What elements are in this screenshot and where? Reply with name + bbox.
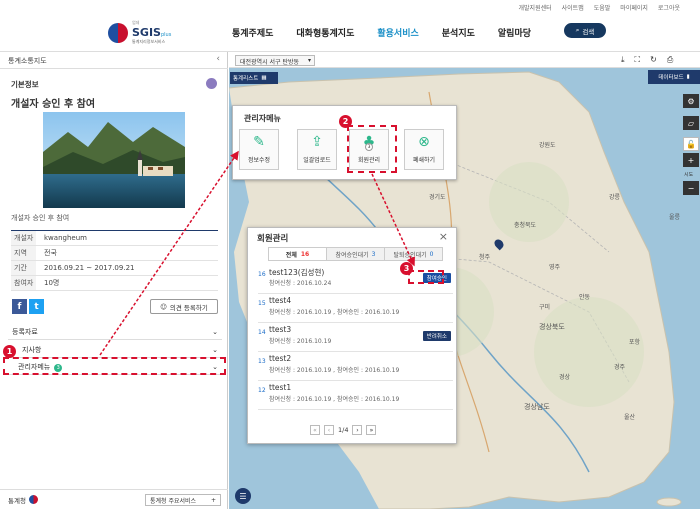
list-menu-icon[interactable]: ☰	[235, 488, 251, 504]
annotation-arrows	[99, 150, 415, 356]
